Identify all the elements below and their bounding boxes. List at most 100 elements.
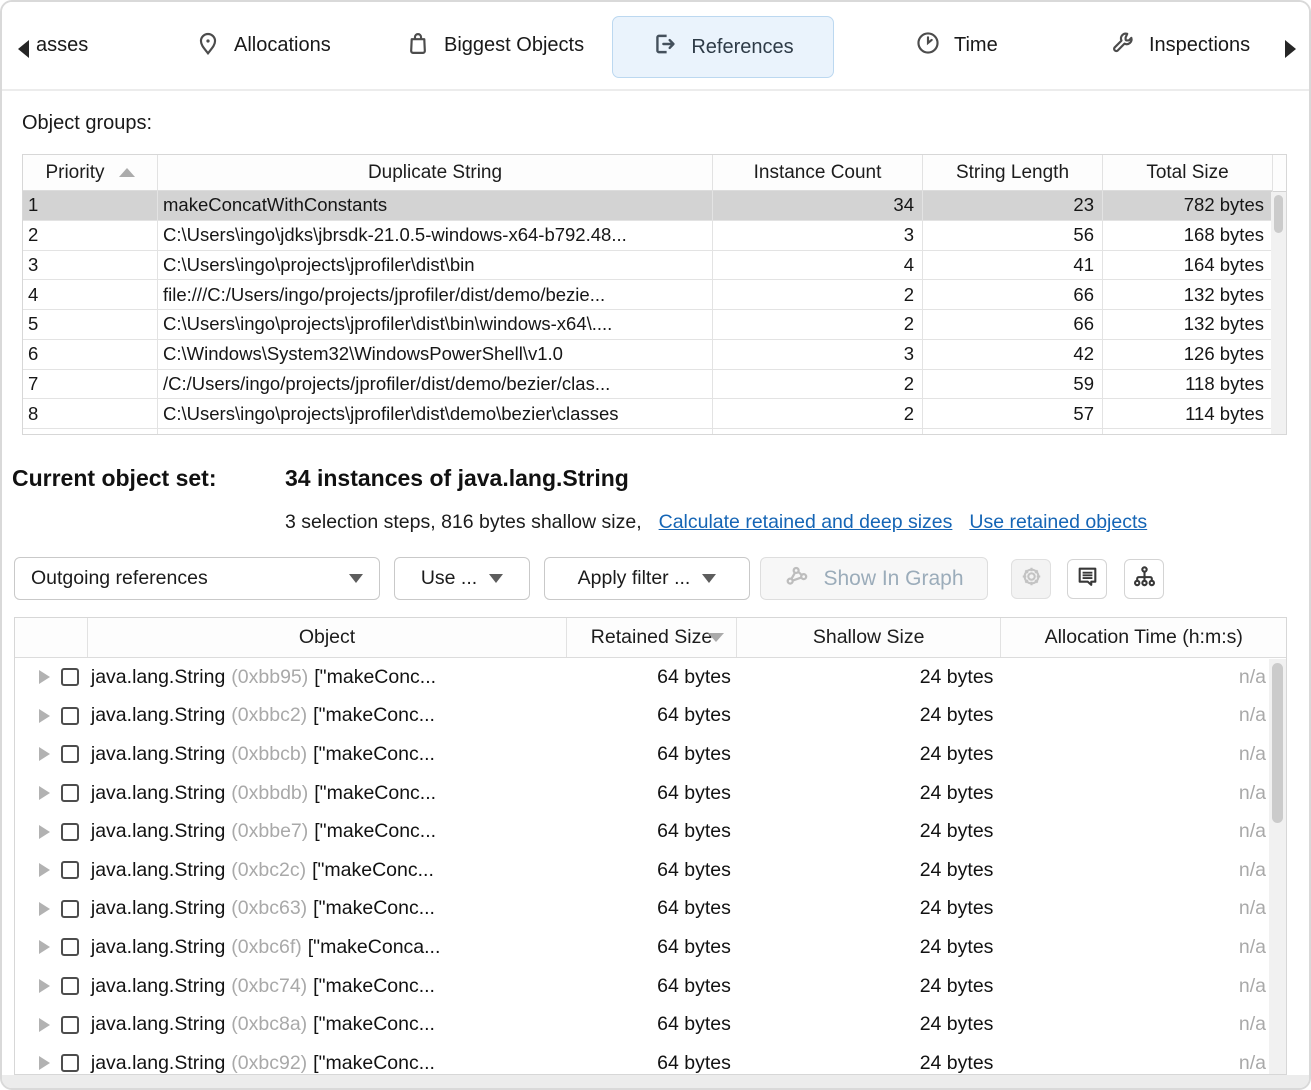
object-groups-scrollbar[interactable] <box>1271 192 1286 434</box>
expander-icon[interactable] <box>39 709 50 723</box>
column-header-priority[interactable]: Priority <box>23 155 158 191</box>
cell-priority: 7 <box>23 370 158 400</box>
view-tab-bar: asses Allocations Biggest Objects Refere… <box>2 2 1309 91</box>
expander-icon[interactable] <box>39 979 50 993</box>
settings-button[interactable] <box>1011 559 1051 599</box>
object-value: ["makeConc... <box>312 859 434 881</box>
cell-instance-count: 2 <box>713 310 923 340</box>
table-row[interactable]: 4 file:///C:/Users/ingo/projects/jprofil… <box>23 280 1286 310</box>
row-checkbox[interactable] <box>61 823 79 841</box>
table-row[interactable]: 5 C:\Users\ingo\projects\jprofiler\dist\… <box>23 310 1286 340</box>
expander-icon[interactable] <box>39 940 50 954</box>
table-row[interactable]: java.lang.String(0xbc74)["makeConc... 64… <box>15 967 1286 1006</box>
tab-references[interactable]: References <box>612 16 834 78</box>
calculate-retained-link[interactable]: Calculate retained and deep sizes <box>659 511 953 534</box>
table-row[interactable]: java.lang.String(0xbbc2)["makeConc... 64… <box>15 697 1286 736</box>
cell-string-length: 66 <box>923 280 1103 310</box>
cell-retained-size: 64 bytes <box>567 1052 737 1075</box>
table-row[interactable]: java.lang.String(0xbc2c)["makeConc... 64… <box>15 851 1286 890</box>
table-row[interactable]: 1 makeConcatWithConstants 34 23 782 byte… <box>23 191 1286 221</box>
column-header-allocation-time[interactable]: Allocation Time (h:m:s) <box>1001 618 1286 657</box>
cell-duplicate-string: C:\Users\ingo\jdks\jbrsdk-21.0.5-windows… <box>158 429 713 435</box>
tab-allocations[interactable]: Allocations <box>195 2 331 89</box>
hierarchy-button[interactable] <box>1124 559 1164 599</box>
column-header-total-size[interactable]: Total Size <box>1103 155 1273 191</box>
table-row[interactable]: 8 C:\Users\ingo\projects\jprofiler\dist\… <box>23 399 1286 429</box>
row-checkbox[interactable] <box>61 707 79 725</box>
table-row[interactable]: 9 C:\Users\ingo\jdks\jbrsdk-21.0.5-windo… <box>23 429 1286 435</box>
table-row[interactable]: java.lang.String(0xbc6f)["makeConca... 6… <box>15 928 1286 967</box>
column-header-duplicate-string[interactable]: Duplicate String <box>158 155 713 191</box>
expander-icon[interactable] <box>39 670 50 684</box>
references-scrollbar[interactable] <box>1269 659 1286 1074</box>
row-checkbox[interactable] <box>61 900 79 918</box>
row-checkbox[interactable] <box>61 938 79 956</box>
cell-allocation-time: n/a <box>1001 666 1286 689</box>
cell-duplicate-string: C:\Users\ingo\jdks\jbrsdk-21.0.5-windows… <box>158 221 713 251</box>
table-row[interactable]: java.lang.String(0xbc63)["makeConc... 64… <box>15 890 1286 929</box>
tab-biggest-objects[interactable]: Biggest Objects <box>405 2 584 89</box>
cell-total-size: 782 bytes <box>1103 191 1273 221</box>
tab-classes-partial[interactable]: asses <box>36 2 88 89</box>
expander-icon[interactable] <box>39 1018 50 1032</box>
expander-icon[interactable] <box>39 825 50 839</box>
object-groups-body: 1 makeConcatWithConstants 34 23 782 byte… <box>23 191 1286 435</box>
row-checkbox[interactable] <box>61 745 79 763</box>
cell-allocation-time: n/a <box>1001 820 1286 843</box>
object-address: (0xbc63) <box>231 897 307 919</box>
row-checkbox[interactable] <box>61 861 79 879</box>
tab-time[interactable]: Time <box>915 2 998 89</box>
expander-icon[interactable] <box>39 863 50 877</box>
object-value: ["makeConc... <box>313 1013 435 1035</box>
cell-object: java.lang.String(0xbb95)["makeConc... <box>88 666 567 689</box>
table-row[interactable]: 3 C:\Users\ingo\projects\jprofiler\dist\… <box>23 251 1286 281</box>
row-checkbox[interactable] <box>61 1054 79 1072</box>
object-value: ["makeConc... <box>314 820 436 842</box>
cell-object: java.lang.String(0xbc6f)["makeConca... <box>88 936 567 959</box>
table-row[interactable]: java.lang.String(0xbc8a)["makeConc... 64… <box>15 1005 1286 1044</box>
use-button[interactable]: Use ... <box>394 557 530 600</box>
tab-inspections[interactable]: Inspections <box>1110 2 1250 89</box>
table-row[interactable]: 2 C:\Users\ingo\jdks\jbrsdk-21.0.5-windo… <box>23 221 1286 251</box>
show-in-graph-button[interactable]: Show In Graph <box>760 557 988 600</box>
column-header-gutter[interactable] <box>15 618 88 657</box>
scrollbar-thumb[interactable] <box>1274 195 1283 233</box>
table-row[interactable]: java.lang.String(0xbbdb)["makeConc... 64… <box>15 774 1286 813</box>
object-value: ["makeConc... <box>314 666 436 688</box>
wrench-icon <box>1110 30 1136 62</box>
comment-button[interactable] <box>1067 559 1107 599</box>
chevron-right-icon[interactable] <box>1285 40 1296 58</box>
column-header-string-length[interactable]: String Length <box>923 155 1103 191</box>
reference-view-select[interactable]: Outgoing references <box>14 557 380 600</box>
chevron-left-icon[interactable] <box>18 40 29 58</box>
table-row[interactable]: java.lang.String(0xbbcb)["makeConc... 64… <box>15 735 1286 774</box>
table-row[interactable]: java.lang.String(0xbbe7)["makeConc... 64… <box>15 812 1286 851</box>
row-checkbox[interactable] <box>61 784 79 802</box>
gear-icon <box>1019 564 1044 594</box>
column-header-retained-size[interactable]: Retained Size <box>567 618 737 657</box>
horizontal-scrollbar-track[interactable] <box>2 1075 1309 1090</box>
table-row[interactable]: java.lang.String(0xbc92)["makeConc... 64… <box>15 1044 1286 1075</box>
table-row[interactable]: java.lang.String(0xbb95)["makeConc... 64… <box>15 658 1286 697</box>
column-header-object[interactable]: Object <box>88 618 567 657</box>
expander-icon[interactable] <box>39 1056 50 1070</box>
expander-icon[interactable] <box>39 902 50 916</box>
use-retained-objects-link[interactable]: Use retained objects <box>969 511 1147 534</box>
current-object-set-details: 3 selection steps, 816 bytes shallow siz… <box>285 511 1147 534</box>
expander-icon[interactable] <box>39 747 50 761</box>
table-row[interactable]: 6 C:\Windows\System32\WindowsPowerShell\… <box>23 340 1286 370</box>
scrollbar-thumb[interactable] <box>1272 663 1283 823</box>
expander-icon[interactable] <box>39 786 50 800</box>
row-gutter <box>15 861 88 879</box>
row-checkbox[interactable] <box>61 1016 79 1034</box>
column-header-shallow-size[interactable]: Shallow Size <box>737 618 1002 657</box>
graph-icon <box>784 562 811 595</box>
column-header-instance-count[interactable]: Instance Count <box>713 155 923 191</box>
row-gutter <box>15 784 88 802</box>
row-checkbox[interactable] <box>61 668 79 686</box>
cell-retained-size: 64 bytes <box>567 1013 737 1036</box>
table-row[interactable]: 7 /C:/Users/ingo/projects/jprofiler/dist… <box>23 370 1286 400</box>
object-value: ["makeConc... <box>313 743 435 765</box>
apply-filter-button[interactable]: Apply filter ... <box>544 557 750 600</box>
row-checkbox[interactable] <box>61 977 79 995</box>
